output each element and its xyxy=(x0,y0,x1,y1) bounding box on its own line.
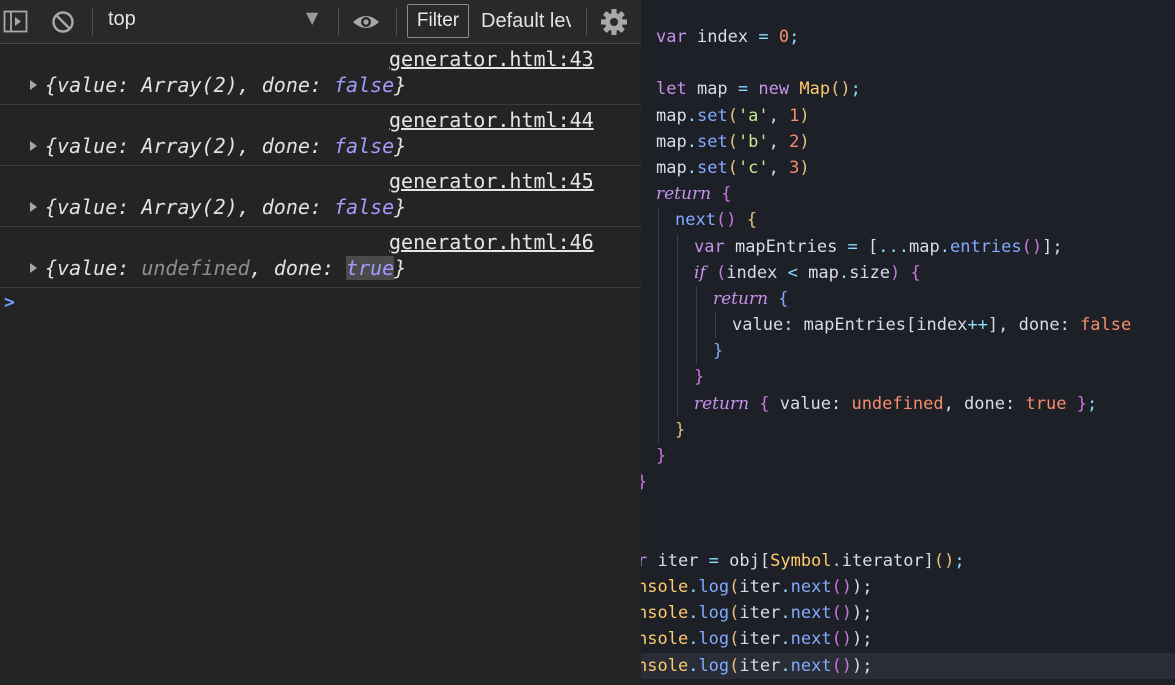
devtools-console: top ▼ Filter Default levels xyxy=(0,0,641,685)
code-line: } xyxy=(656,446,667,466)
source-link[interactable]: generator.html:44 xyxy=(389,108,594,132)
code-line: next() { xyxy=(641,207,1175,234)
context-label: top xyxy=(108,8,136,30)
code-line: let map = new Map(); xyxy=(656,79,861,100)
code-line: nsole.log(iter.next()); xyxy=(641,629,873,650)
console-prompt[interactable]: > xyxy=(4,292,15,313)
expand-triangle-icon[interactable] xyxy=(30,80,37,90)
expand-triangle-icon[interactable] xyxy=(30,141,37,151)
code-line: map.set('c', 3) xyxy=(656,157,810,178)
sidebar-toggle-icon[interactable] xyxy=(3,9,29,35)
code-line: return { xyxy=(641,285,1175,313)
expand-triangle-icon[interactable] xyxy=(30,263,37,273)
console-message: generator.html:46 {value: undefined, don… xyxy=(0,227,641,288)
source-link[interactable]: generator.html:45 xyxy=(389,169,594,193)
code-line: nsole.log(iter.next()); xyxy=(641,603,873,624)
code-line: value: mapEntries[index++], done: false xyxy=(641,312,1175,339)
toolbar-divider xyxy=(396,8,397,36)
active-code-line: nsole.log(iter.next()); xyxy=(641,652,1175,679)
code-editor[interactable]: var index = 0; let map = new Map(); map.… xyxy=(641,0,1175,685)
code-line: return { value: undefined, done: true }; xyxy=(641,390,1175,417)
toolbar-divider xyxy=(338,8,339,36)
clear-console-icon[interactable] xyxy=(50,9,76,35)
code-line: var index = 0; xyxy=(656,27,800,47)
console-message: generator.html:43 {value: Array(2), done… xyxy=(0,44,641,105)
source-link[interactable]: generator.html:43 xyxy=(389,47,594,71)
logged-object[interactable]: {value: undefined, done: true} xyxy=(30,256,406,280)
context-selector[interactable]: top ▼ xyxy=(96,5,332,37)
expand-triangle-icon[interactable] xyxy=(30,202,37,212)
console-message: generator.html:45 {value: Array(2), done… xyxy=(0,166,641,227)
eye-icon[interactable] xyxy=(351,9,381,35)
code-line: map.set('a', 1) xyxy=(656,105,810,126)
source-link[interactable]: generator.html:46 xyxy=(389,230,594,254)
toolbar-divider xyxy=(92,8,93,36)
code-line: } xyxy=(641,364,1175,391)
code-line: if (index < map.size) { xyxy=(641,259,1175,286)
logged-object[interactable]: {value: Array(2), done: false} xyxy=(30,73,406,97)
code-line: r iter = obj[Symbol.iterator](); xyxy=(641,550,965,571)
code-line: } xyxy=(641,416,1175,443)
code-line: return { xyxy=(656,184,732,205)
console-toolbar: top ▼ Filter Default levels xyxy=(0,0,641,44)
log-levels-dropdown[interactable]: Default levels xyxy=(481,4,571,38)
code-line: } xyxy=(641,338,1175,365)
logged-object[interactable]: {value: Array(2), done: false} xyxy=(30,195,406,219)
filter-input[interactable]: Filter xyxy=(407,4,469,38)
code-line: map.set('b', 2) xyxy=(656,131,810,152)
code-line: var mapEntries = [...map.entries()]; xyxy=(641,233,1175,260)
code-line: nsole.log(iter.next()); xyxy=(641,576,873,597)
code-line: } xyxy=(641,469,1175,495)
logged-object[interactable]: {value: Array(2), done: false} xyxy=(30,134,406,158)
console-message: generator.html:44 {value: Array(2), done… xyxy=(0,105,641,166)
toolbar-divider xyxy=(586,8,587,36)
dropdown-arrow-icon: ▼ xyxy=(306,8,319,27)
gear-icon[interactable] xyxy=(600,8,628,36)
code-lines: var index = 0; let map = new Map(); map.… xyxy=(641,24,1175,679)
